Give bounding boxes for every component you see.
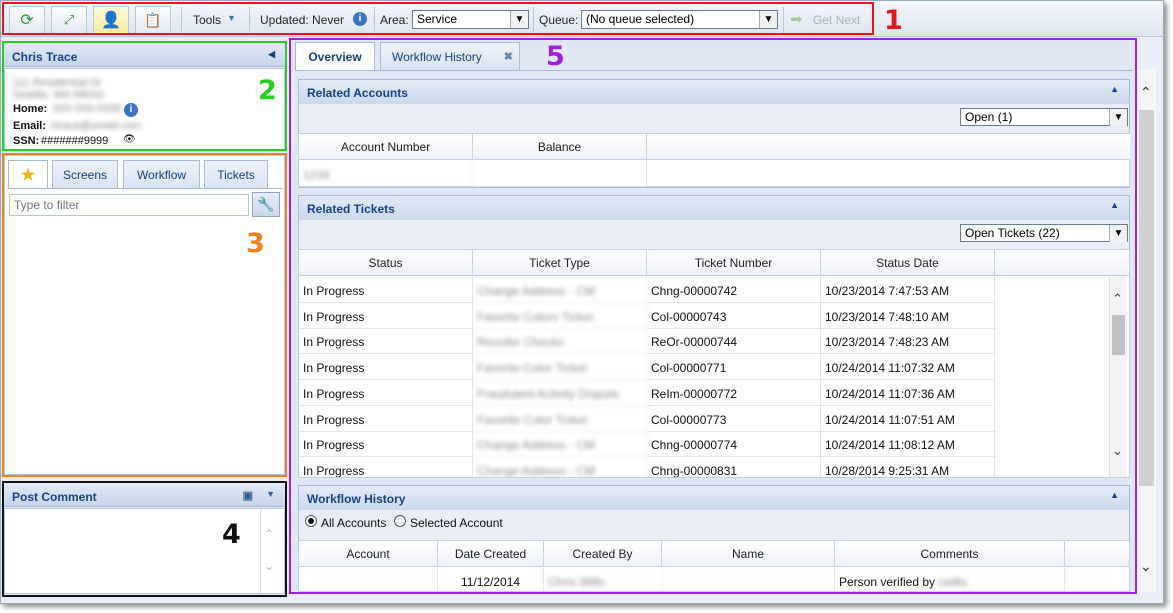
callout-4: 4 — [222, 519, 241, 550]
callout-3: 3 — [246, 228, 265, 259]
main-scrollbar[interactable]: ⌃ ⌄ — [1136, 70, 1156, 592]
highlight-toolbar — [2, 2, 874, 35]
callout-5: 5 — [546, 41, 565, 72]
callout-1: 1 — [884, 5, 903, 36]
highlight-main — [289, 38, 1137, 594]
chevron-up-icon[interactable]: ⌃ — [1140, 84, 1152, 101]
chevron-down-icon[interactable]: ⌄ — [1140, 558, 1152, 575]
highlight-comment — [2, 481, 287, 597]
highlight-navigator — [2, 153, 287, 477]
callout-2: 2 — [258, 75, 277, 106]
scrollbar-thumb[interactable] — [1139, 110, 1154, 486]
highlight-customer — [2, 41, 287, 151]
